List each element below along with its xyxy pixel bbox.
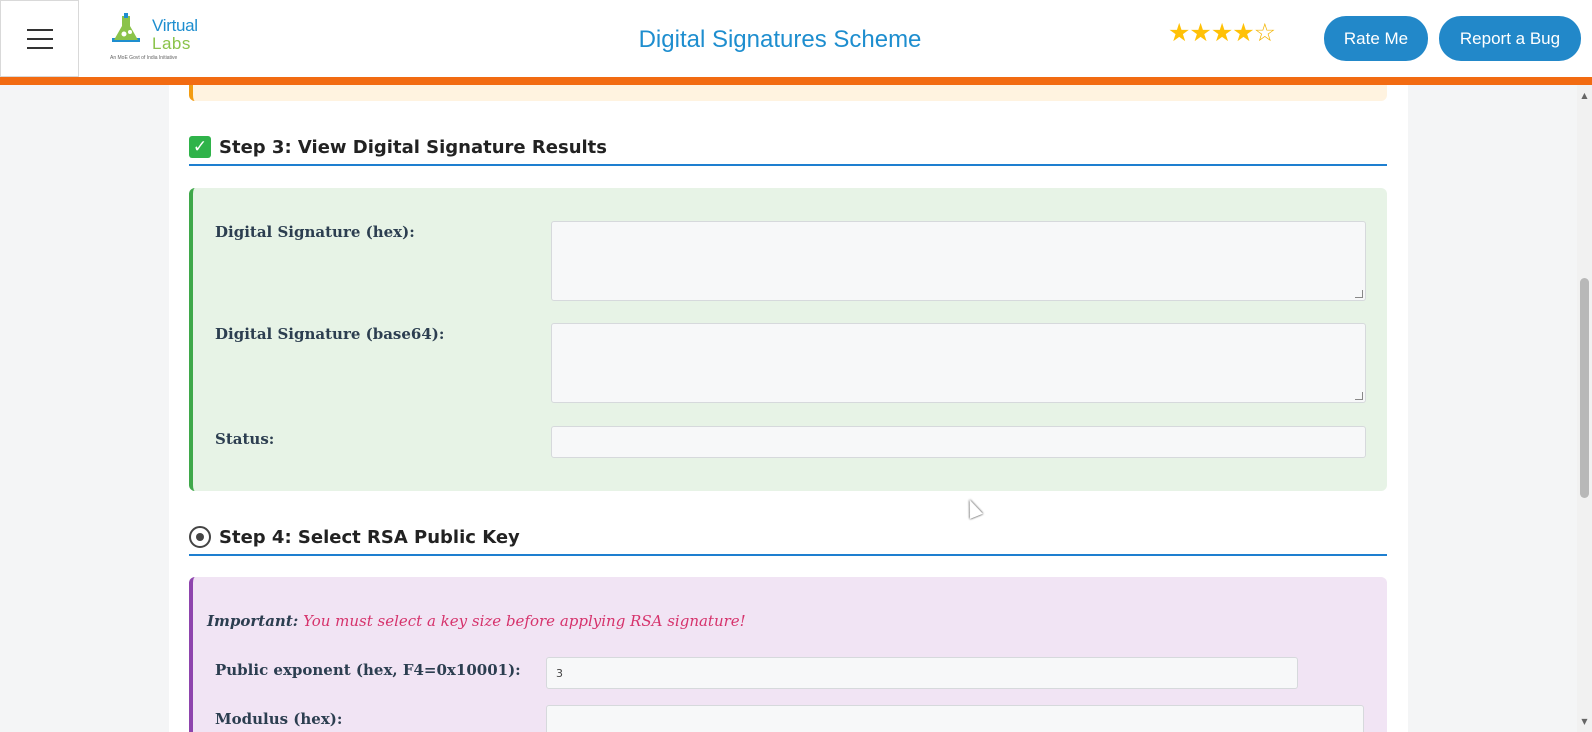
rate-me-button[interactable]: Rate Me	[1324, 16, 1428, 61]
sig-base64-textarea[interactable]	[551, 323, 1366, 403]
important-label: Important:	[207, 612, 299, 630]
menu-line	[26, 28, 53, 31]
previous-step-panel-edge	[189, 85, 1387, 101]
exponent-label: Public exponent (hex, F4=0x10001):	[215, 661, 521, 679]
hamburger-icon[interactable]	[0, 0, 79, 77]
menu-line	[26, 46, 53, 49]
report-bug-button[interactable]: Report a Bug	[1439, 16, 1581, 61]
logo-line1: Virtual	[152, 16, 198, 35]
sig-base64-label: Digital Signature (base64):	[215, 325, 445, 343]
status-label: Status:	[215, 430, 275, 448]
scroll-thumb[interactable]	[1580, 278, 1589, 498]
resize-grip-icon[interactable]	[1355, 290, 1363, 298]
resize-grip-icon[interactable]	[1355, 392, 1363, 400]
virtual-labs-logo[interactable]: Virtual Labs An MoE Govt of India Initia…	[110, 12, 200, 62]
menu-line	[26, 37, 53, 40]
status-field[interactable]	[551, 426, 1366, 458]
empty-star-icon[interactable]: ☆	[1254, 18, 1276, 47]
rating-stars[interactable]: ★★★★☆	[1168, 18, 1276, 47]
modulus-textarea[interactable]	[546, 705, 1364, 732]
page-scrollbar[interactable]: ▲ ▼	[1577, 85, 1592, 732]
filled-star-icon[interactable]: ★★★★	[1168, 18, 1255, 47]
important-message: You must select a key size before applyi…	[303, 612, 746, 630]
scroll-up-arrow-icon[interactable]: ▲	[1577, 91, 1592, 100]
sig-hex-textarea[interactable]	[551, 221, 1366, 301]
top-navbar: Virtual Labs An MoE Govt of India Initia…	[0, 0, 1592, 85]
important-note: Important: You must select a key size be…	[207, 612, 746, 630]
step3-title: Step 3: View Digital Signature Results	[219, 136, 607, 158]
check-icon: ✓	[189, 136, 211, 158]
flask-icon	[112, 13, 140, 42]
logo-tagline: An MoE Govt of India Initiative	[110, 55, 178, 61]
step4-heading: Step 4: Select RSA Public Key	[189, 520, 1387, 556]
logo-line2: Labs	[152, 34, 191, 53]
modulus-label: Modulus (hex):	[215, 710, 343, 728]
step3-heading: ✓ Step 3: View Digital Signature Results	[189, 130, 1387, 166]
step4-title: Step 4: Select RSA Public Key	[219, 526, 520, 548]
exponent-input[interactable]: 3	[546, 657, 1298, 689]
scroll-down-arrow-icon[interactable]: ▼	[1577, 717, 1592, 726]
gear-icon	[189, 526, 211, 548]
page-title: Digital Signatures Scheme	[638, 26, 922, 53]
sig-hex-label: Digital Signature (hex):	[215, 223, 415, 241]
